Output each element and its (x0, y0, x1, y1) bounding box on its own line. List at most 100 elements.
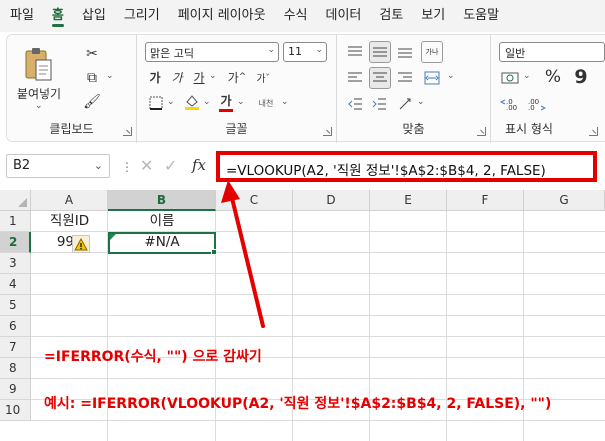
shrink-font-button[interactable]: 가 ˅ (251, 68, 275, 86)
increase-decimal-icon[interactable]: .0.00 (499, 94, 521, 114)
clipboard-launcher-icon[interactable] (123, 127, 132, 136)
bold-button[interactable]: 가 (147, 68, 163, 86)
insert-function-button[interactable]: fx (192, 156, 206, 174)
increase-indent-icon[interactable] (369, 94, 389, 114)
cancel-entry-icon[interactable]: ✕ (140, 156, 153, 175)
column-header-e[interactable]: E (370, 190, 447, 211)
number-launcher-icon[interactable] (589, 127, 598, 136)
tab-draw[interactable]: 그리기 (115, 0, 169, 32)
name-box[interactable]: B2 ⌄ (6, 154, 110, 178)
percent-style-button[interactable]: % (543, 66, 563, 88)
font-name-value: 맑은 고딕 (150, 47, 194, 60)
cell-a2[interactable]: 99 (40, 232, 74, 253)
paste-icon[interactable] (21, 45, 55, 85)
cell-b1[interactable]: 이름 (108, 211, 216, 232)
font-color-button[interactable]: 가 (217, 91, 235, 113)
underline-dropdown-icon[interactable]: ⌄ (209, 71, 217, 81)
font-launcher-icon[interactable] (323, 127, 332, 136)
copy-dropdown-icon[interactable]: ⌄ (106, 71, 114, 81)
italic-button[interactable]: 가 (169, 68, 185, 86)
paste-button[interactable]: 붙여넣기 (15, 85, 63, 101)
row-header-1[interactable]: 1 (0, 211, 31, 232)
font-group-label: 글꼴 (225, 122, 248, 136)
border-icon[interactable] (147, 94, 165, 112)
name-box-dropdown-icon[interactable]: ⌄ (94, 159, 103, 172)
orientation-icon[interactable] (395, 94, 415, 114)
copy-icon[interactable]: ⧉ (83, 69, 101, 87)
font-group: 맑은 고딕 ⌄ 11 ⌄ 가 가 가 ⌄ 가 ^ 가 ˅ ⌄ ⌄ 가 ⌄ 내천 ⌄ (137, 35, 337, 143)
tab-home[interactable]: 홈 (43, 0, 73, 32)
cell-a1[interactable]: 직원ID (31, 211, 108, 232)
decrease-decimal-icon[interactable]: .00.0 (525, 94, 547, 114)
phonetic-dropdown-icon[interactable]: ⌄ (281, 97, 289, 107)
tab-formulas[interactable]: 수식 (275, 0, 317, 32)
column-header-f[interactable]: F (447, 190, 524, 211)
grow-font-button[interactable]: 가 ^ (225, 68, 249, 86)
formula-input[interactable]: =VLOOKUP(A2, '직원 정보'!$A$2:$B$4, 2, FALSE… (216, 151, 597, 182)
align-bottom-icon[interactable] (395, 42, 415, 62)
align-left-icon[interactable] (345, 68, 365, 88)
font-name-dropdown-icon: ⌄ (267, 45, 275, 55)
fill-handle[interactable] (211, 249, 217, 255)
column-header-g[interactable]: G (524, 190, 605, 211)
row-header-7[interactable]: 7 (0, 337, 31, 358)
paste-dropdown-icon[interactable]: ⌄ (35, 101, 43, 111)
align-middle-icon[interactable] (369, 41, 391, 63)
tab-file[interactable]: 파일 (0, 0, 43, 32)
tab-review[interactable]: 검토 (370, 0, 412, 32)
column-header-c[interactable]: C (216, 190, 293, 211)
tab-page-layout[interactable]: 페이지 레이아웃 (169, 0, 275, 32)
shrink-font-icon: ˅ (265, 72, 270, 82)
font-size-select[interactable]: 11 ⌄ (283, 42, 327, 62)
font-name-select[interactable]: 맑은 고딕 ⌄ (145, 42, 279, 62)
orientation-dropdown-icon[interactable]: ⌄ (417, 97, 425, 107)
tab-view[interactable]: 보기 (412, 0, 454, 32)
clipboard-group-label: 클립보드 (49, 122, 94, 136)
merge-center-icon[interactable] (421, 68, 443, 88)
row-header-3[interactable]: 3 (0, 253, 31, 274)
enter-entry-icon[interactable]: ✓ (164, 156, 177, 175)
format-painter-icon[interactable]: 🖌 (83, 93, 101, 111)
wrap-text-button[interactable]: 가나 (421, 41, 443, 63)
annotation-text-2: 예시: =IFERROR(VLOOKUP(A2, '직원 정보'!$A$2:$B… (44, 396, 552, 412)
fill-color-dropdown-icon[interactable]: ⌄ (203, 97, 211, 107)
tab-help[interactable]: 도움말 (454, 0, 508, 32)
row-header-4[interactable]: 4 (0, 274, 31, 295)
column-header-a[interactable]: A (31, 190, 108, 211)
row-header-2[interactable]: 2 (0, 232, 31, 253)
column-header-d[interactable]: D (293, 190, 370, 211)
font-color-dropdown-icon[interactable]: ⌄ (237, 97, 245, 107)
number-group: 일반 ⌄ % 9 .0.00 .00.0 표시 형식 (491, 35, 605, 143)
column-header-b[interactable]: B (108, 190, 216, 211)
name-box-value: B2 (13, 158, 31, 173)
clipboard-group: 붙여넣기 ⌄ ✂ ⧉ ⌄ 🖌 클립보드 (7, 35, 137, 143)
underline-button[interactable]: 가 (191, 68, 207, 86)
comma-style-button[interactable]: 9 (571, 66, 591, 88)
row-header-5[interactable]: 5 (0, 295, 31, 316)
align-center-icon[interactable] (369, 67, 391, 89)
row-header-6[interactable]: 6 (0, 316, 31, 337)
row-header-10[interactable]: 10 (0, 400, 31, 421)
grow-font-glyph: 가 (227, 70, 239, 85)
tab-data[interactable]: 데이터 (316, 0, 370, 32)
border-dropdown-icon[interactable]: ⌄ (167, 97, 175, 107)
cut-icon[interactable]: ✂ (83, 45, 101, 63)
tab-insert[interactable]: 삽입 (73, 0, 115, 32)
align-top-icon[interactable] (345, 42, 365, 62)
accounting-dropdown-icon[interactable]: ⌄ (523, 71, 531, 81)
alignment-launcher-icon[interactable] (477, 127, 486, 136)
error-warning-button[interactable] (72, 235, 90, 253)
font-color-bar (219, 109, 233, 112)
fill-color-icon[interactable] (183, 92, 201, 112)
row-header-9[interactable]: 9 (0, 379, 31, 400)
align-right-icon[interactable] (395, 68, 415, 88)
phonetic-button[interactable]: 내천 (253, 94, 279, 112)
decrease-indent-icon[interactable] (345, 94, 365, 114)
number-format-select[interactable]: 일반 (499, 42, 605, 62)
warning-icon (74, 237, 88, 250)
select-all-button[interactable] (0, 190, 31, 211)
alignment-group-label: 맞춤 (402, 122, 425, 136)
accounting-format-icon[interactable] (499, 68, 521, 88)
row-header-8[interactable]: 8 (0, 358, 31, 379)
merge-dropdown-icon[interactable]: ⌄ (447, 71, 455, 81)
